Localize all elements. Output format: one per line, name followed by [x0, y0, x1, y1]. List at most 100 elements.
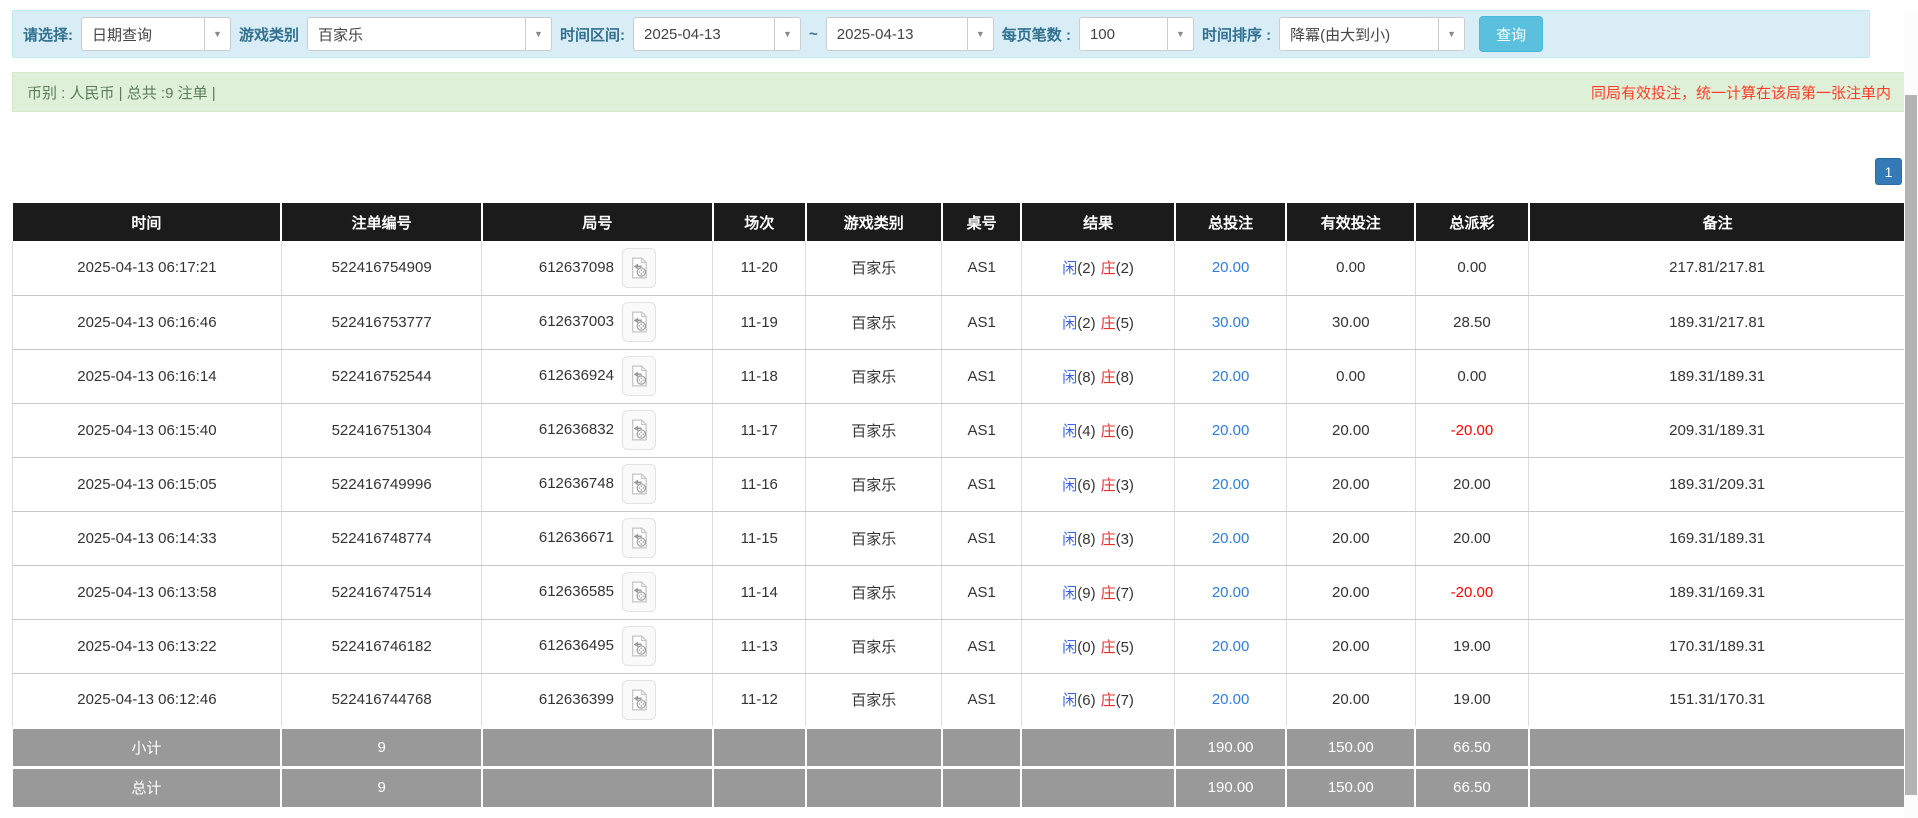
date-to-value: 2025-04-13 [837, 26, 914, 43]
column-header-result: 结果 [1021, 203, 1174, 241]
game-type-cell: 百家乐 [806, 403, 942, 457]
round-id-text: 612637003 [539, 313, 614, 330]
valid-bet-cell: 0.00 [1286, 241, 1415, 295]
total-bet-cell: 20.00 [1175, 457, 1287, 511]
video-replay-button[interactable] [622, 248, 656, 288]
total-bet-link[interactable]: 20.00 [1212, 422, 1250, 439]
game-type-label: 游戏类别 [239, 24, 299, 45]
table-container: 时间 注单编号 局号 场次 游戏类别 桌号 结果 总投注 有效投注 总派彩 备注… [12, 203, 1906, 807]
round-id-cell: 612636832 [482, 403, 713, 457]
total-bet-link[interactable]: 20.00 [1212, 259, 1250, 276]
page-size-select[interactable]: 100 ▼ [1079, 17, 1194, 51]
video-replay-button[interactable] [622, 464, 656, 504]
total-bet-link[interactable]: 30.00 [1212, 314, 1250, 331]
remark-cell: 189.31/209.31 [1529, 457, 1906, 511]
total-bet-cell: 20.00 [1175, 511, 1287, 565]
valid-bet-cell: 20.00 [1286, 403, 1415, 457]
game-type-select[interactable]: 百家乐 ▼ [307, 17, 552, 51]
subtotal-empty [1529, 727, 1906, 767]
round-id-cell: 612636399 [482, 673, 713, 727]
session-cell: 11-19 [713, 295, 806, 349]
result-cell: 闲(2)庄(2) [1021, 241, 1174, 295]
banker-result: 庄 [1101, 260, 1116, 277]
session-cell: 11-15 [713, 511, 806, 565]
table-row: 2025-04-13 06:15:40 522416751304 6126368… [13, 403, 1906, 457]
banker-result: 庄 [1101, 585, 1116, 602]
video-replay-button[interactable] [622, 356, 656, 396]
video-replay-button[interactable] [622, 518, 656, 558]
scrollbar-thumb[interactable] [1905, 95, 1917, 795]
date-to-select[interactable]: 2025-04-13 ▼ [826, 17, 994, 51]
page-1-button[interactable]: 1 [1875, 158, 1902, 185]
bet-id-cell: 522416754909 [281, 241, 482, 295]
banker-points: (5) [1116, 639, 1134, 656]
payout-cell: 28.50 [1415, 295, 1529, 349]
summary-bar: 币别 : 人民币 | 总共 :9 注单 | 同局有效投注，统一计算在该局第一张注… [12, 72, 1906, 112]
total-bet-cell: 20.00 [1175, 403, 1287, 457]
subtotal-empty [942, 727, 1022, 767]
game-type-value: 百家乐 [318, 24, 363, 45]
video-replay-button[interactable] [622, 572, 656, 612]
video-file-icon [630, 689, 648, 711]
payout-cell: 19.00 [1415, 619, 1529, 673]
video-file-icon [630, 257, 648, 279]
total-bet-link[interactable]: 20.00 [1212, 691, 1250, 708]
remark-cell: 189.31/217.81 [1529, 295, 1906, 349]
player-points: (0) [1077, 639, 1095, 656]
game-type-cell: 百家乐 [806, 619, 942, 673]
banker-points: (7) [1116, 692, 1134, 709]
table-row: 2025-04-13 06:13:22 522416746182 6126364… [13, 619, 1906, 673]
result-cell: 闲(0)庄(5) [1021, 619, 1174, 673]
bet-id-cell: 522416748774 [281, 511, 482, 565]
player-points: (8) [1077, 369, 1095, 386]
chevron-down-icon: ▼ [204, 18, 230, 50]
time-cell: 2025-04-13 06:16:46 [13, 295, 282, 349]
column-header-valid-bet: 有效投注 [1286, 203, 1415, 241]
total-label: 总计 [13, 767, 282, 807]
total-bet-link[interactable]: 20.00 [1212, 638, 1250, 655]
player-result: 闲 [1062, 477, 1077, 494]
chevron-down-icon: ▼ [1438, 18, 1464, 50]
time-sort-select[interactable]: 降冪(由大到小) ▼ [1279, 17, 1465, 51]
banker-result: 庄 [1101, 423, 1116, 440]
round-id-text: 612636585 [539, 583, 614, 600]
subtotal-empty [1021, 727, 1174, 767]
banker-points: (3) [1116, 477, 1134, 494]
total-bet-link[interactable]: 20.00 [1212, 368, 1250, 385]
table-row: 2025-04-13 06:16:46 522416753777 6126370… [13, 295, 1906, 349]
valid-bet-cell: 30.00 [1286, 295, 1415, 349]
total-bet-cell: 20.00 [1175, 565, 1287, 619]
video-file-icon [630, 419, 648, 441]
table-number-cell: AS1 [942, 457, 1022, 511]
bet-id-cell: 522416751304 [281, 403, 482, 457]
page-size-label: 每页笔数 : [1002, 24, 1071, 45]
round-id-cell: 612636585 [482, 565, 713, 619]
table-number-cell: AS1 [942, 295, 1022, 349]
total-payout: 66.50 [1415, 767, 1529, 807]
search-button[interactable]: 查询 [1479, 16, 1543, 52]
banker-result: 庄 [1101, 692, 1116, 709]
total-bet-link[interactable]: 20.00 [1212, 584, 1250, 601]
banker-result: 庄 [1101, 369, 1116, 386]
bet-id-cell: 522416753777 [281, 295, 482, 349]
payout-cell: -20.00 [1415, 565, 1529, 619]
total-bet-link[interactable]: 20.00 [1212, 476, 1250, 493]
total-bet-link[interactable]: 20.00 [1212, 530, 1250, 547]
video-replay-button[interactable] [622, 302, 656, 342]
total-bet-cell: 20.00 [1175, 241, 1287, 295]
query-type-select[interactable]: 日期查询 ▼ [81, 17, 231, 51]
video-replay-button[interactable] [622, 680, 656, 720]
date-from-select[interactable]: 2025-04-13 ▼ [633, 17, 801, 51]
table-row: 2025-04-13 06:12:46 522416744768 6126363… [13, 673, 1906, 727]
banker-points: (7) [1116, 585, 1134, 602]
table-number-cell: AS1 [942, 565, 1022, 619]
payout-cell: 0.00 [1415, 349, 1529, 403]
column-header-table: 桌号 [942, 203, 1022, 241]
table-number-cell: AS1 [942, 241, 1022, 295]
video-replay-button[interactable] [622, 410, 656, 450]
video-replay-button[interactable] [622, 626, 656, 666]
payout-cell: 0.00 [1415, 241, 1529, 295]
subtotal-row: 小计 9 190.00 150.00 66.50 [13, 727, 1906, 767]
result-cell: 闲(9)庄(7) [1021, 565, 1174, 619]
scrollbar[interactable] [1904, 10, 1918, 818]
